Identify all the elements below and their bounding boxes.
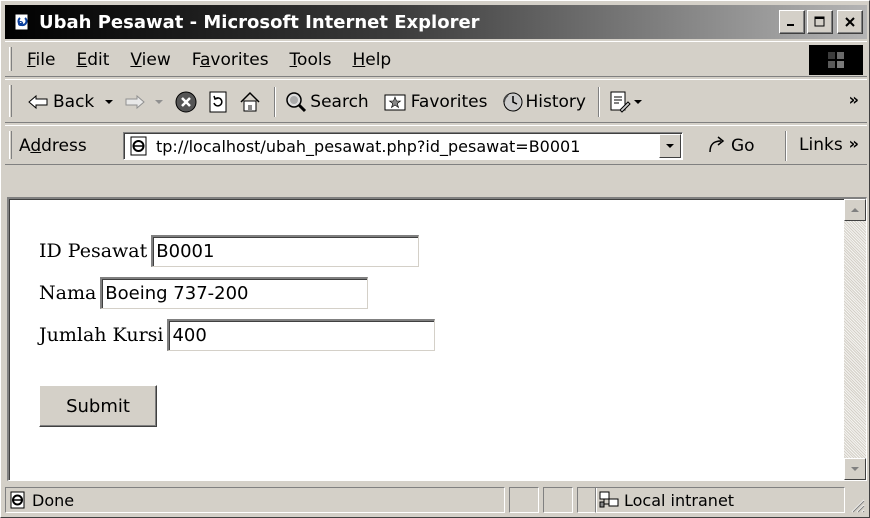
- links-overflow-button[interactable]: »: [849, 134, 859, 153]
- forward-arrow-icon: [125, 94, 146, 110]
- security-zone-pane[interactable]: Local intranet: [595, 487, 845, 513]
- svg-text:e: e: [18, 19, 24, 29]
- title-bar[interactable]: e Ubah Pesawat - Microsoft Internet Expl…: [5, 5, 867, 39]
- close-icon: [845, 17, 855, 27]
- status-pane-empty: [543, 487, 573, 513]
- toolbar-grip[interactable]: [9, 47, 12, 71]
- refresh-icon: [209, 91, 227, 113]
- toolbar-separator: [597, 87, 600, 117]
- stop-icon: [175, 91, 197, 113]
- id-pesawat-input[interactable]: [151, 235, 420, 267]
- jumlah-kursi-label: Jumlah Kursi: [39, 324, 164, 346]
- chevron-down-icon: [105, 100, 114, 104]
- menu-help[interactable]: Help: [352, 50, 391, 70]
- windows-logo-icon: [809, 45, 863, 75]
- favorites-icon: [384, 94, 406, 111]
- maximize-icon: [814, 16, 825, 27]
- back-arrow-icon: [28, 94, 48, 110]
- address-url[interactable]: tp://localhost/ubah_pesawat.php?id_pesaw…: [156, 137, 659, 156]
- address-bar: Address tp://localhost/ubah_pesawat.php?…: [5, 125, 867, 165]
- stop-button[interactable]: [174, 90, 198, 114]
- standard-toolbar: Back Search Favorites History »: [5, 79, 867, 123]
- status-pane-empty: [509, 487, 539, 513]
- resize-grip-icon[interactable]: [847, 495, 865, 513]
- menu-bar: File Edit View Favorites Tools Help: [5, 41, 867, 77]
- page-content: ID Pesawat Nama Jumlah Kursi Submit: [7, 197, 867, 481]
- search-button[interactable]: Search: [284, 90, 369, 114]
- status-bar: Done Local intranet: [5, 485, 867, 515]
- toolbar-overflow-button[interactable]: »: [849, 90, 859, 109]
- address-label: Address: [19, 136, 87, 156]
- refresh-button[interactable]: [206, 90, 230, 114]
- scroll-up-arrow-icon: [851, 208, 859, 212]
- scroll-down-button[interactable]: [844, 458, 866, 480]
- history-button[interactable]: History: [501, 90, 586, 114]
- address-dropdown-button[interactable]: [659, 134, 681, 158]
- links-button[interactable]: Links: [799, 135, 843, 155]
- nama-input[interactable]: [100, 277, 369, 309]
- ie-page-icon: [130, 136, 147, 156]
- edit-page-icon: [610, 91, 631, 113]
- maximize-button[interactable]: [807, 10, 833, 34]
- ie-page-icon: [10, 491, 25, 509]
- window-title: Ubah Pesawat - Microsoft Internet Explor…: [39, 11, 480, 33]
- address-input[interactable]: tp://localhost/ubah_pesawat.php?id_pesaw…: [123, 132, 683, 160]
- chevron-down-icon: [155, 100, 164, 104]
- minimize-icon: [787, 24, 794, 26]
- menu-favorites[interactable]: Favorites: [192, 50, 269, 70]
- menu-edit[interactable]: Edit: [76, 50, 109, 70]
- vertical-scrollbar[interactable]: [844, 199, 866, 480]
- home-button[interactable]: [238, 90, 262, 114]
- nama-label: Nama: [39, 282, 97, 304]
- jumlah-kursi-input[interactable]: [167, 319, 436, 351]
- status-pane-empty: [577, 487, 597, 513]
- minimize-button[interactable]: [779, 10, 805, 34]
- browser-window: e Ubah Pesawat - Microsoft Internet Expl…: [0, 0, 870, 518]
- chevron-down-icon: [633, 100, 642, 104]
- favorites-button[interactable]: Favorites: [383, 91, 487, 113]
- forward-button[interactable]: [124, 94, 166, 110]
- home-icon: [240, 91, 260, 112]
- toolbar-grip[interactable]: [9, 131, 12, 159]
- close-button[interactable]: [837, 10, 863, 34]
- chevron-down-icon: [666, 144, 674, 148]
- toolbar-grip[interactable]: [9, 85, 12, 117]
- local-intranet-icon: [599, 491, 619, 508]
- menu-file[interactable]: File: [27, 50, 55, 70]
- status-pane: Done: [5, 487, 505, 513]
- zone-text: Local intranet: [624, 490, 735, 510]
- scroll-down-arrow-icon: [851, 467, 859, 471]
- menu-tools[interactable]: Tools: [290, 50, 332, 70]
- edit-button[interactable]: [608, 90, 644, 114]
- toolbar-separator: [785, 131, 787, 161]
- scroll-up-button[interactable]: [844, 199, 866, 221]
- edit-form: ID Pesawat Nama Jumlah Kursi Submit: [39, 231, 436, 427]
- menu-view[interactable]: View: [130, 50, 170, 70]
- submit-button[interactable]: Submit: [39, 385, 157, 427]
- go-button[interactable]: Go: [705, 135, 755, 157]
- back-button[interactable]: Back: [27, 92, 116, 112]
- status-text: Done: [32, 490, 75, 510]
- ie-page-icon: e: [11, 11, 33, 33]
- history-icon: [503, 92, 523, 112]
- go-arrow-icon: [709, 136, 725, 153]
- toolbar-separator: [274, 87, 277, 117]
- id-pesawat-label: ID Pesawat: [39, 240, 148, 262]
- search-icon: [286, 92, 307, 113]
